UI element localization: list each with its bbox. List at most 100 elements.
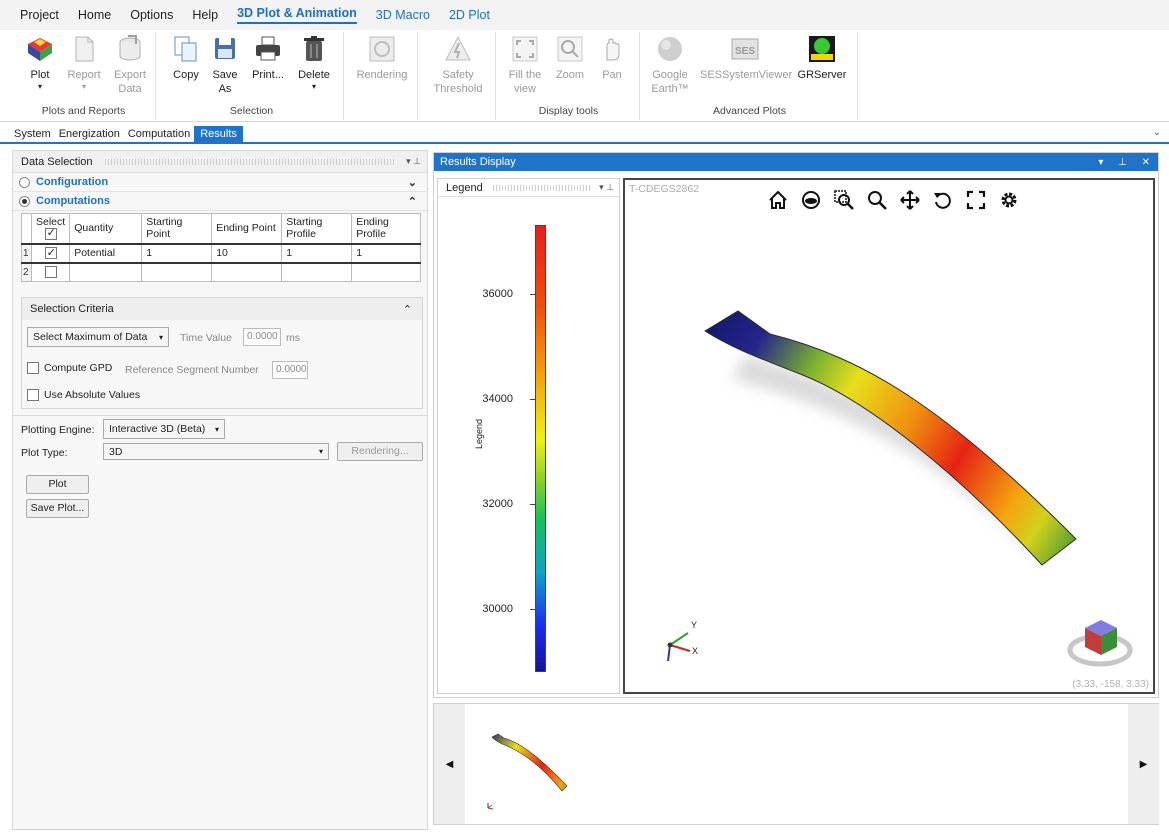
- legend-panel: Legend ▾ ⊥ 36000 34000 32000 30000 Legen…: [437, 178, 620, 694]
- select-cell[interactable]: [30, 242, 71, 264]
- absolute-values-checkbox[interactable]: [27, 389, 39, 401]
- panel-grip[interactable]: [104, 158, 397, 165]
- plot-button[interactable]: Plot ▾: [22, 34, 58, 91]
- ending-profile-cell[interactable]: 1: [351, 242, 421, 264]
- legend-tick: 34000: [482, 393, 535, 405]
- menu-3d-plot-animation[interactable]: 3D Plot & Animation: [237, 6, 357, 24]
- plot-icon: [25, 34, 55, 64]
- save-as-button[interactable]: Save As: [208, 34, 242, 96]
- tab-energization[interactable]: Energization: [55, 128, 124, 142]
- chevron-up-icon[interactable]: ⌃: [408, 195, 417, 208]
- row-checkbox[interactable]: [44, 266, 57, 279]
- next-thumbnail-button[interactable]: ▶: [1128, 704, 1159, 824]
- ending-profile-cell[interactable]: [351, 262, 421, 282]
- table-row[interactable]: 1 Potential 1 10 1 1: [21, 242, 421, 264]
- export-data-button[interactable]: Export Data: [110, 34, 150, 96]
- menu-3d-macro[interactable]: 3D Macro: [376, 8, 430, 22]
- legend-tick: 30000: [482, 603, 535, 615]
- configuration-radio[interactable]: [19, 176, 30, 188]
- row-number-header: [21, 213, 32, 244]
- 3d-viewport[interactable]: T-CDEGS2862 Y X (3.33, -158, 3.33): [623, 178, 1155, 694]
- print-button[interactable]: Print...: [248, 34, 288, 82]
- save-as-label-1: Save: [212, 69, 238, 81]
- starting-point-cell[interactable]: [141, 262, 213, 282]
- starting-point-header: Starting Point: [141, 213, 213, 244]
- plotting-engine-dropdown[interactable]: Interactive 3D (Beta) ▾: [103, 419, 225, 439]
- ses-system-viewer-button[interactable]: SES SESSystemViewer: [700, 34, 792, 82]
- previous-thumbnail-button[interactable]: ◀: [434, 704, 465, 824]
- save-as-label-2: As: [218, 83, 232, 95]
- chevron-down-icon: ▾: [214, 424, 219, 434]
- chevron-up-icon[interactable]: ⌃: [403, 303, 412, 316]
- view-cube[interactable]: [1065, 610, 1135, 670]
- report-button-label: Report: [67, 69, 101, 81]
- selection-mode-dropdown[interactable]: Select Maximum of Data ▾: [27, 327, 169, 347]
- select-header-label: Select: [36, 216, 66, 229]
- select-all-checkbox[interactable]: [44, 227, 57, 241]
- computations-section[interactable]: Computations ⌃: [13, 192, 427, 211]
- plot-type-dropdown[interactable]: 3D ▾: [103, 443, 329, 460]
- rendering-button[interactable]: Rendering...: [337, 442, 423, 461]
- delete-button[interactable]: Delete ▾: [294, 34, 334, 91]
- pan-button[interactable]: Pan: [594, 34, 630, 82]
- google-earth-button[interactable]: Google Earth™: [646, 34, 694, 96]
- tab-computation[interactable]: Computation: [124, 128, 194, 142]
- configuration-section[interactable]: Configuration ⌄: [13, 173, 427, 192]
- select-cell[interactable]: [30, 262, 71, 282]
- starting-point-cell[interactable]: 1: [141, 242, 213, 264]
- quantity-cell[interactable]: Potential: [69, 242, 143, 264]
- menu-project[interactable]: Project: [20, 8, 59, 22]
- copy-icon: [171, 34, 201, 64]
- chevron-down-icon[interactable]: ⌄: [408, 176, 417, 189]
- menu-help[interactable]: Help: [192, 8, 218, 22]
- report-button[interactable]: Report ▾: [64, 34, 104, 91]
- panel-grip[interactable]: [492, 184, 592, 191]
- copy-button[interactable]: Copy: [168, 34, 204, 82]
- results-display-panel: Results Display ▾ ⊥ ✕ Legend ▾ ⊥ 36000 3…: [433, 152, 1159, 698]
- pan-label: Pan: [602, 69, 622, 81]
- save-plot-button[interactable]: Save Plot...: [26, 499, 89, 518]
- fill-view-icon: [510, 34, 540, 64]
- starting-profile-cell[interactable]: 1: [281, 242, 353, 264]
- row-number: 1: [21, 242, 32, 264]
- menu-2d-plot[interactable]: 2D Plot: [449, 8, 490, 22]
- table-header-row: Select Quantity Starting Point Ending Po…: [21, 213, 421, 244]
- ending-point-header: Ending Point: [211, 213, 283, 244]
- plot-thumbnail[interactable]: [474, 724, 584, 814]
- compute-gpd-label: Compute GPD: [44, 362, 113, 374]
- pin-icon[interactable]: ▾ ⊥: [406, 156, 421, 167]
- quantity-cell[interactable]: [69, 262, 143, 282]
- row-checkbox[interactable]: [44, 246, 57, 260]
- triangle-left-icon: ◀: [445, 758, 454, 770]
- menu-home[interactable]: Home: [78, 8, 111, 22]
- tab-strip: System Energization Computation Results …: [0, 125, 1169, 144]
- menu-options[interactable]: Options: [130, 8, 173, 22]
- rendering-ribbon-button[interactable]: Rendering: [354, 34, 410, 82]
- safety-threshold-button[interactable]: Safety Threshold: [428, 34, 488, 96]
- tab-system[interactable]: System: [10, 128, 55, 142]
- display-tools-group-label: Display tools: [538, 105, 599, 117]
- chevron-down-icon[interactable]: ⌄: [1153, 127, 1161, 138]
- plotting-engine-value: Interactive 3D (Beta): [109, 423, 206, 435]
- ending-point-cell[interactable]: [211, 262, 283, 282]
- absolute-values-option[interactable]: Use Absolute Values: [27, 389, 140, 401]
- compute-gpd-option[interactable]: Compute GPD: [27, 362, 112, 374]
- selection-criteria-header[interactable]: Selection Criteria ⌃: [22, 298, 422, 320]
- table-row[interactable]: 2: [21, 262, 421, 282]
- globe-icon: [655, 34, 685, 64]
- compute-gpd-checkbox[interactable]: [27, 362, 39, 374]
- fill-view-button[interactable]: Fill the view: [504, 34, 546, 96]
- grserver-button[interactable]: GRServer: [794, 34, 850, 82]
- time-value-input[interactable]: 0.0000: [243, 328, 281, 346]
- computations-radio[interactable]: [19, 195, 30, 207]
- plot-action-button[interactable]: Plot: [26, 475, 89, 494]
- ref-segment-input[interactable]: 0.0000: [272, 361, 308, 379]
- starting-profile-cell[interactable]: [281, 262, 353, 282]
- ending-profile-header: Ending Profile: [351, 213, 421, 244]
- ending-point-cell[interactable]: 10: [211, 242, 283, 264]
- tab-results[interactable]: Results: [194, 126, 243, 142]
- plot-type-label: Plot Type:: [21, 447, 68, 459]
- pin-icon[interactable]: ▾ ⊥: [599, 182, 614, 193]
- zoom-button[interactable]: Zoom: [550, 34, 590, 82]
- window-controls[interactable]: ▾ ⊥ ✕: [1098, 157, 1158, 168]
